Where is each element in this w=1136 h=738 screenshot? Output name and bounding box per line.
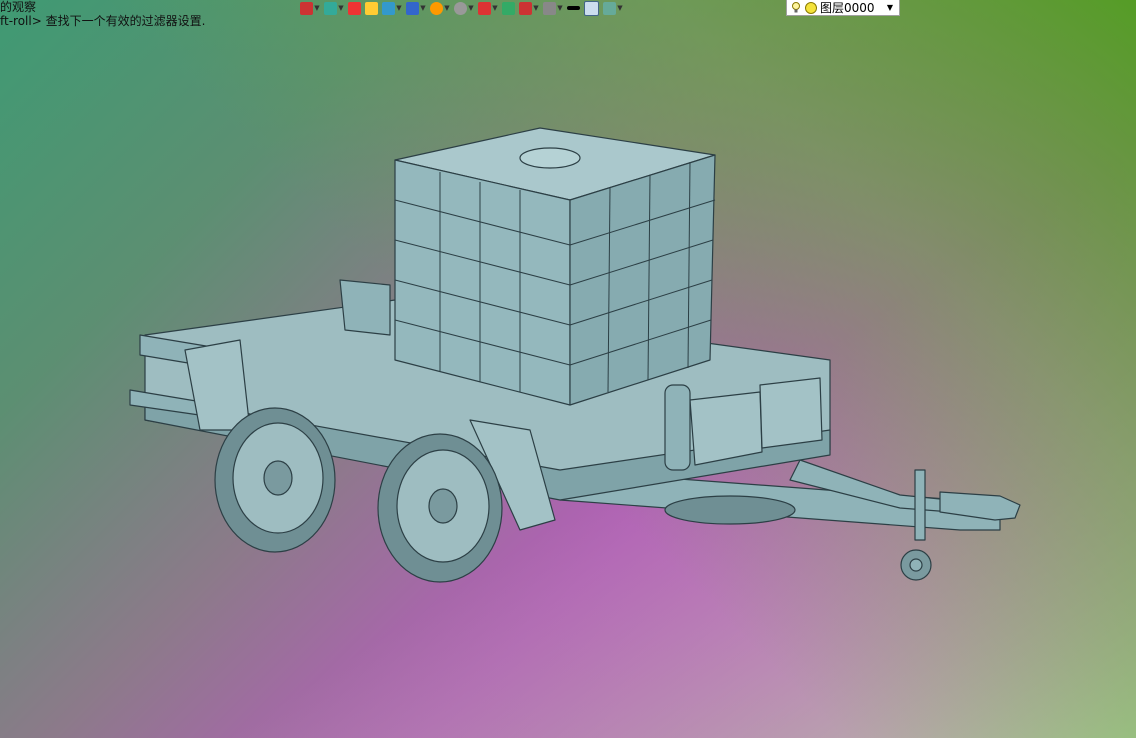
spare-wheel: [664, 495, 796, 525]
command-line-2: ft-roll> 查找下一个有效的过滤器设置.: [0, 14, 206, 28]
wheel-front-hub: [263, 460, 293, 496]
monitor-icon: [543, 1, 556, 15]
tb-book[interactable]: ▼: [519, 0, 539, 16]
line-icon: [567, 6, 580, 10]
chevron-down-icon: ▼: [492, 4, 498, 12]
command-line-1: 的观察: [0, 0, 37, 14]
chevron-down-icon: ▼: [557, 4, 563, 12]
sun-icon: [805, 1, 817, 14]
tb-cube[interactable]: ▼: [382, 0, 402, 16]
orange-wheel-icon: [430, 1, 443, 15]
toolbox-1: [689, 391, 763, 466]
chevron-down-icon: ▼: [396, 4, 402, 12]
tb-line[interactable]: [567, 0, 580, 16]
chevron-down-icon: ▼: [617, 4, 623, 12]
tank-lid: [519, 147, 581, 169]
chevron-down-icon: ▼: [468, 4, 474, 12]
rect-icon: [584, 0, 599, 16]
tb-layers[interactable]: ▼: [603, 0, 623, 16]
light-icon: [324, 1, 337, 15]
view-orient-icon: [300, 1, 313, 15]
tb-zoom[interactable]: ▼: [454, 0, 474, 16]
tb-view-orient[interactable]: ▼: [300, 0, 320, 16]
3d-viewport[interactable]: 的观察 ft-roll> 查找下一个有效的过滤器设置. ▼ ▼ ▼ ▼ ▼ ▼ …: [0, 0, 1136, 738]
trailer-model[interactable]: [0, 0, 1136, 738]
tb-axis[interactable]: ▼: [478, 0, 498, 16]
cube-stack-icon: [406, 1, 419, 15]
chevron-down-icon: ▼: [533, 4, 539, 12]
tb-box-green[interactable]: [502, 0, 515, 16]
pencil-icon: [348, 1, 361, 15]
cube-icon: [382, 1, 395, 15]
chevron-down-icon: ▼: [444, 4, 450, 12]
box-yellow-icon: [365, 1, 378, 15]
chevron-down-icon: ▼: [886, 3, 893, 12]
jockey-post: [914, 469, 926, 541]
front-rail: [339, 279, 391, 336]
book-icon: [519, 1, 532, 15]
tb-box-yellow[interactable]: [365, 0, 378, 16]
layers-icon: [603, 1, 616, 15]
tb-monitor[interactable]: ▼: [543, 0, 563, 16]
jockey-hub: [909, 558, 923, 572]
box-green-icon: [502, 1, 515, 15]
gas-cylinder: [664, 384, 691, 471]
tb-rect[interactable]: [584, 0, 599, 16]
view-toolbar: ▼ ▼ ▼ ▼ ▼ ▼ ▼ ▼ ▼ ▼: [300, 0, 623, 16]
axis-icon: [478, 1, 491, 15]
chevron-down-icon: ▼: [338, 4, 344, 12]
tb-light[interactable]: ▼: [324, 0, 344, 16]
tb-orange-wheel[interactable]: ▼: [430, 0, 450, 16]
layer-dropdown[interactable]: 图层0000 ▼: [786, 0, 900, 16]
bulb-icon: [792, 2, 800, 13]
wheel-rear-hub: [428, 488, 458, 524]
chevron-down-icon: ▼: [314, 4, 320, 12]
zoom-icon: [454, 1, 467, 15]
tb-cube-stack[interactable]: ▼: [406, 0, 426, 16]
chevron-down-icon: ▼: [420, 4, 426, 12]
command-history: 的观察 ft-roll> 查找下一个有效的过滤器设置.: [0, 0, 205, 28]
layer-name: 图层0000: [820, 1, 875, 15]
toolbox-2: [759, 377, 823, 449]
tb-pencil[interactable]: [348, 0, 361, 16]
